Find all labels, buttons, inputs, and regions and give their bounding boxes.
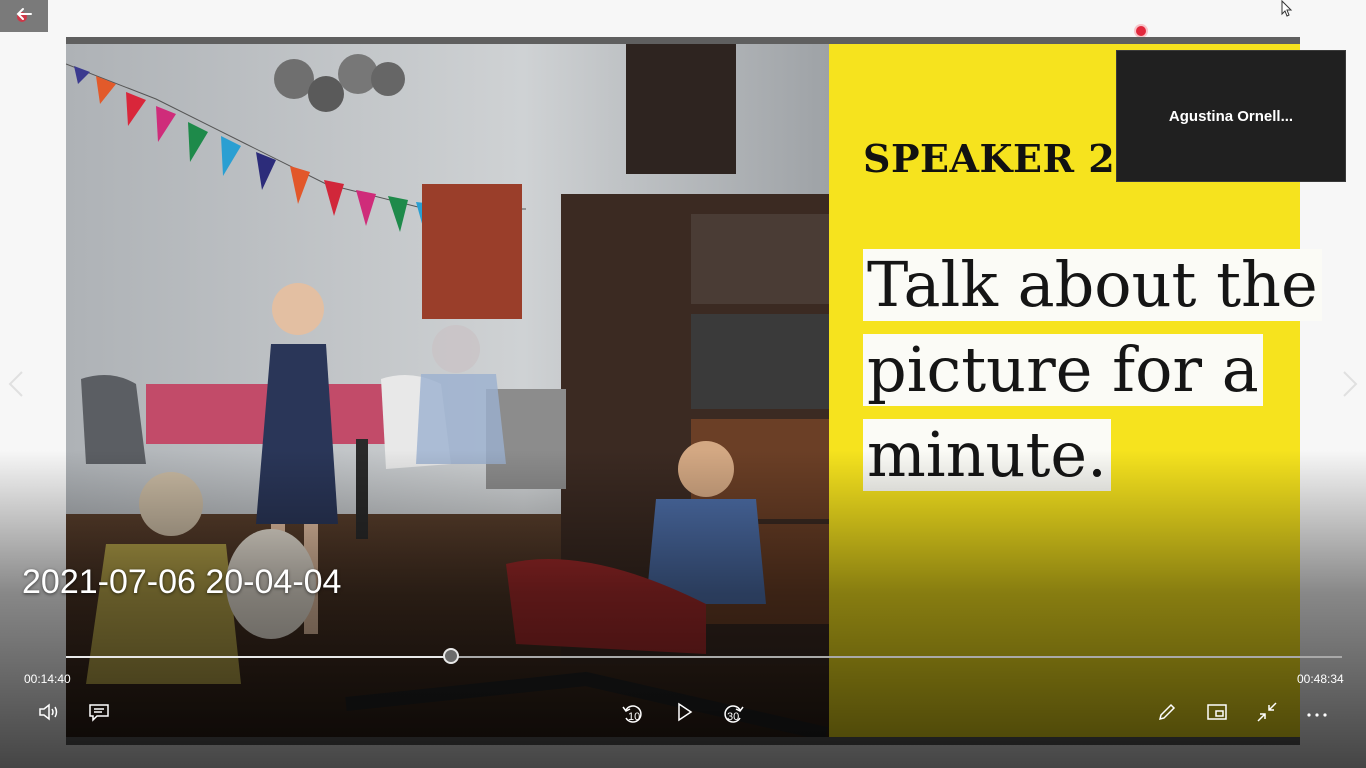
volume-icon	[37, 702, 61, 727]
captions-button[interactable]	[83, 698, 115, 730]
seek-bar-progress	[66, 656, 452, 658]
skip-forward-button[interactable]: 30	[717, 698, 749, 730]
draw-button[interactable]	[1151, 698, 1183, 730]
play-icon	[675, 702, 693, 727]
slide-prompt-line: Talk about the	[863, 249, 1322, 321]
current-time: 00:14:40	[24, 672, 71, 686]
chevron-right-icon[interactable]	[1340, 368, 1360, 405]
more-options-button[interactable]	[1301, 698, 1333, 730]
back-button[interactable]	[0, 0, 48, 32]
slide-prompt-line: picture for a	[863, 334, 1263, 406]
skip-back-button[interactable]: 10	[617, 698, 649, 730]
back-arrow-icon	[13, 3, 35, 30]
total-time: 00:48:34	[1297, 672, 1344, 686]
mini-view-icon	[1206, 703, 1228, 726]
exit-fullscreen-icon	[1256, 701, 1278, 728]
play-button[interactable]	[668, 698, 700, 730]
mini-view-button[interactable]	[1201, 698, 1233, 730]
participant-name: Agustina Ornell...	[1168, 107, 1294, 125]
skip-forward-30-icon: 30	[720, 701, 746, 727]
skip-back-10-icon: 10	[620, 701, 646, 727]
chevron-left-icon[interactable]	[6, 368, 26, 405]
skip-forward-seconds: 30	[727, 711, 740, 723]
pen-icon	[1156, 701, 1178, 728]
exit-fullscreen-button[interactable]	[1251, 698, 1283, 730]
volume-button[interactable]	[33, 698, 65, 730]
skip-back-seconds: 10	[628, 711, 641, 723]
recording-indicator	[1136, 26, 1146, 36]
participant-tile[interactable]: Agustina Ornell...	[1116, 50, 1346, 182]
seek-thumb[interactable]	[443, 648, 460, 664]
captions-icon	[87, 702, 111, 727]
more-options-icon	[1306, 705, 1328, 723]
mouse-pointer-icon	[1281, 0, 1293, 23]
video-title: 2021-07-06 20-04-04	[22, 563, 342, 601]
slide-speaker-title: SPEAKER 2	[863, 136, 1116, 181]
